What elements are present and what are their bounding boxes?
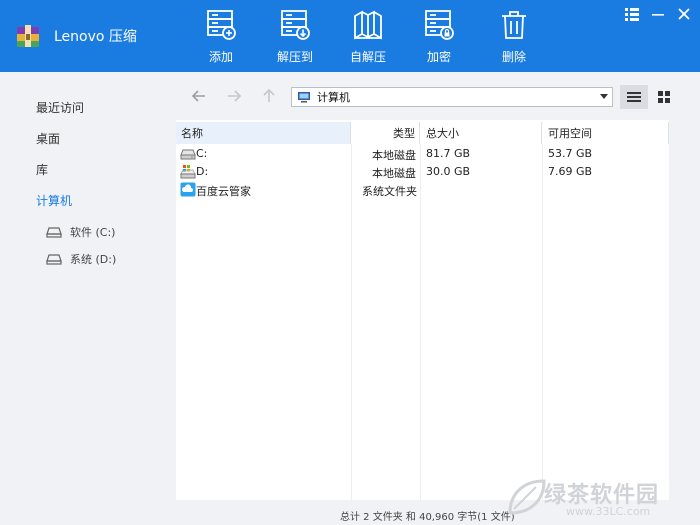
list-view-icon [627,92,641,102]
grid-view-button[interactable] [650,85,678,109]
column-free-label: 可用空间 [548,127,592,140]
add-button[interactable]: 添加 [190,8,252,66]
row-type: 本地磁盘 [372,149,416,162]
system-drive-icon [180,165,196,179]
delete-button[interactable]: 删除 [483,8,545,66]
column-header-name[interactable]: 名称 [176,122,351,144]
app-title: Lenovo 压缩 [54,29,137,45]
close-button[interactable] [676,6,696,24]
sidebar-item-recent[interactable]: 最近访问 [36,99,84,116]
add-archive-icon [207,10,236,40]
row-name: D: [196,165,209,178]
delete-label: 删除 [501,50,526,64]
menu-button[interactable] [624,6,644,24]
table-row[interactable]: D: 本地磁盘 30.0 GB 7.69 GB [176,163,669,181]
up-button[interactable] [261,88,279,106]
column-header-free[interactable]: 可用空间 [542,122,669,144]
menu-list-icon [625,8,639,21]
leaf-logo-icon [508,479,546,515]
grid-view-icon [658,91,670,103]
drive-icon [46,254,62,265]
self-extract-label: 自解压 [349,50,386,64]
chevron-down-icon[interactable] [600,94,608,99]
row-type: 系统文件夹 [362,185,417,198]
forward-button[interactable] [226,88,244,106]
trash-icon [502,11,526,39]
up-arrow-icon [263,88,275,102]
row-type: 本地磁盘 [372,167,416,180]
column-header-total[interactable]: 总大小 [420,122,542,144]
sidebar-drive-c-label: 软件 (C:) [70,226,116,239]
sidebar-item-computer[interactable]: 计算机 [36,192,72,209]
encrypt-button[interactable]: 加密 [408,8,470,66]
table-row[interactable]: 百度云管家 系统文件夹 [176,181,669,199]
sidebar-item-library[interactable]: 库 [36,161,48,178]
sidebar-item-drive-d[interactable]: 系统 (D:) [46,251,116,267]
row-total: 81.7 GB [426,147,471,160]
file-list: 名称 类型 总大小 可用空间 C: 本地磁盘 81.7 GB 53.7 GB D… [176,120,669,500]
extract-icon [281,10,310,40]
encrypt-label: 加密 [426,50,451,64]
sidebar-item-desktop[interactable]: 桌面 [36,130,60,147]
address-path: 计算机 [317,91,350,104]
hard-drive-icon [180,149,196,160]
column-total-label: 总大小 [426,127,459,140]
navigation-bar: 计算机 [176,72,700,120]
table-row[interactable]: C: 本地磁盘 81.7 GB 53.7 GB [176,145,669,163]
list-view-button[interactable] [620,85,648,109]
minimize-icon [652,14,664,16]
extract-to-label: 解压到 [276,50,313,64]
row-total: 30.0 GB [426,165,471,178]
sidebar-drive-d-label: 系统 (D:) [70,253,117,266]
extract-to-button[interactable]: 解压到 [264,8,326,66]
column-name-label: 名称 [181,127,203,140]
baidu-cloud-icon [180,182,196,197]
column-type-label: 类型 [393,127,415,140]
forward-arrow-icon [228,90,242,102]
row-free: 53.7 GB [548,147,593,160]
close-icon [678,8,690,20]
address-bar[interactable]: 计算机 [291,87,613,107]
computer-icon [298,92,310,103]
row-name: C: [196,147,208,160]
encrypt-icon [425,10,454,40]
status-summary: 总计 2 文件夹 和 40,960 字节(1 文件) [340,512,515,523]
back-button[interactable] [191,88,209,106]
row-name: 百度云管家 [196,185,251,198]
drive-icon [46,227,62,238]
minimize-button[interactable] [650,6,670,24]
sidebar: 最近访问 桌面 库 计算机 软件 (C:) 系统 (D:) [0,72,176,525]
archive-logo-icon [14,22,42,50]
self-extract-button[interactable]: 自解压 [337,8,399,66]
add-label: 添加 [208,50,233,64]
title-bar: Lenovo 压缩 添加 解压到 自解压 加密 删除 [0,0,700,72]
sidebar-item-drive-c[interactable]: 软件 (C:) [46,224,115,240]
watermark: 绿茶软件园 www.33LC.com [504,475,694,521]
watermark-url: www.33LC.com [566,505,651,518]
app-logo: Lenovo 压缩 [14,22,137,50]
back-arrow-icon [191,90,205,102]
row-free: 7.69 GB [548,165,593,178]
self-extract-icon [354,10,382,40]
column-header-type[interactable]: 类型 [351,122,420,144]
scroll-track [669,120,700,500]
